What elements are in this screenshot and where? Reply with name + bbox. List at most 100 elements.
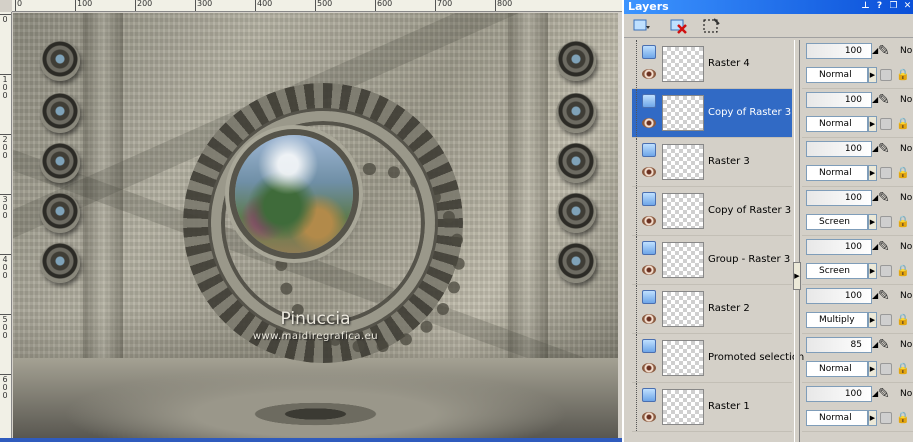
canvas-scroll-bar[interactable] — [0, 438, 622, 442]
layer-name[interactable]: Copy of Raster 3 — [708, 205, 791, 216]
layer-type-icon[interactable] — [642, 143, 656, 157]
opacity-field[interactable]: 100 — [806, 43, 872, 59]
layer-name[interactable]: Copy of Raster 3 — [708, 107, 791, 118]
brush-icon[interactable]: ✎ — [878, 386, 894, 402]
link-icon[interactable] — [880, 118, 892, 130]
opacity-field[interactable]: 100 — [806, 190, 872, 206]
link-icon[interactable] — [880, 216, 892, 228]
opacity-field[interactable]: 100 — [806, 92, 872, 108]
layer-name[interactable]: Raster 1 — [708, 401, 750, 412]
lock-icon[interactable]: 🔒 — [896, 362, 910, 375]
brush-icon[interactable]: ✎ — [878, 141, 894, 157]
lock-icon[interactable]: 🔒 — [896, 215, 910, 228]
opacity-field[interactable]: 100 — [806, 386, 872, 402]
layer-thumbnail[interactable] — [662, 95, 704, 131]
lock-icon[interactable]: 🔒 — [896, 411, 910, 424]
layer-name[interactable]: Raster 2 — [708, 303, 750, 314]
brush-icon[interactable]: ✎ — [878, 288, 894, 304]
blend-dropdown-button[interactable]: ▶ — [868, 361, 877, 377]
layer-thumbnail[interactable] — [662, 144, 704, 180]
lock-icon[interactable]: 🔒 — [896, 68, 910, 81]
layer-row[interactable]: Raster 3 — [632, 138, 792, 187]
image-canvas[interactable]: Pinuccia www.maidiregrafica.eu — [13, 13, 618, 438]
close-icon[interactable]: ✕ — [902, 1, 913, 12]
blend-dropdown-button[interactable]: ▶ — [868, 116, 877, 132]
layer-row[interactable]: Raster 2 — [632, 285, 792, 334]
layer-row[interactable]: Group - Raster 3 — [632, 236, 792, 285]
brush-icon[interactable]: ✎ — [878, 239, 894, 255]
link-icon[interactable] — [880, 314, 892, 326]
blend-dropdown-button[interactable]: ▶ — [868, 67, 877, 83]
visibility-eye-icon[interactable] — [642, 265, 656, 275]
visibility-eye-icon[interactable] — [642, 216, 656, 226]
delete-layer-icon[interactable] — [669, 17, 689, 35]
link-icon[interactable] — [880, 363, 892, 375]
blend-mode-select[interactable]: Multiply — [806, 312, 868, 328]
visibility-eye-icon[interactable] — [642, 69, 656, 79]
layer-type-icon[interactable] — [642, 339, 656, 353]
visibility-eye-icon[interactable] — [642, 118, 656, 128]
layer-name[interactable]: Raster 4 — [708, 58, 750, 69]
brush-icon[interactable]: ✎ — [878, 43, 894, 59]
lock-icon[interactable]: 🔒 — [896, 117, 910, 130]
layer-type-icon[interactable] — [642, 241, 656, 255]
blend-dropdown-button[interactable]: ▶ — [868, 165, 877, 181]
layer-row[interactable]: Copy of Raster 3 — [632, 187, 792, 236]
blend-dropdown-button[interactable]: ▶ — [868, 214, 877, 230]
blend-mode-select[interactable]: Screen — [806, 214, 868, 230]
new-mask-icon[interactable] — [702, 17, 722, 35]
blend-dropdown-button[interactable]: ▶ — [868, 263, 877, 279]
link-icon[interactable] — [880, 265, 892, 277]
layer-type-icon[interactable] — [642, 45, 656, 59]
blend-mode-select[interactable]: Normal — [806, 165, 868, 181]
brush-icon[interactable]: ✎ — [878, 92, 894, 108]
restore-icon[interactable]: ❐ — [888, 1, 899, 12]
pin-icon[interactable]: ⊥ — [860, 1, 871, 12]
layer-thumbnail[interactable] — [662, 389, 704, 425]
layer-type-icon[interactable] — [642, 192, 656, 206]
layer-row[interactable]: Raster 1 — [632, 383, 792, 432]
layer-thumbnail[interactable] — [662, 46, 704, 82]
blend-mode-select[interactable]: Normal — [806, 410, 868, 426]
palette-splitter[interactable] — [794, 40, 800, 442]
layer-thumbnail[interactable] — [662, 340, 704, 376]
layer-type-icon[interactable] — [642, 290, 656, 304]
opacity-field[interactable]: 100 — [806, 239, 872, 255]
help-icon[interactable]: ? — [874, 1, 885, 12]
layer-name[interactable]: Promoted selection — [708, 352, 804, 363]
opacity-field[interactable]: 100 — [806, 288, 872, 304]
visibility-eye-icon[interactable] — [642, 167, 656, 177]
opacity-field[interactable]: 100 — [806, 141, 872, 157]
link-icon[interactable] — [880, 69, 892, 81]
lock-icon[interactable]: 🔒 — [896, 264, 910, 277]
blend-mode-select[interactable]: Normal — [806, 361, 868, 377]
lock-icon[interactable]: 🔒 — [896, 166, 910, 179]
layer-row[interactable]: Promoted selection — [632, 334, 804, 383]
blend-dropdown-button[interactable]: ▶ — [868, 312, 877, 328]
blend-mode-select[interactable]: Screen — [806, 263, 868, 279]
layer-row[interactable]: Raster 4 — [632, 40, 792, 89]
brush-icon[interactable]: ✎ — [878, 190, 894, 206]
layer-name[interactable]: Group - Raster 3 — [708, 254, 790, 265]
lock-icon[interactable]: 🔒 — [896, 313, 910, 326]
blend-mode-select[interactable]: Normal — [806, 67, 868, 83]
visibility-eye-icon[interactable] — [642, 314, 656, 324]
layer-thumbnail[interactable] — [662, 291, 704, 327]
brush-icon[interactable]: ✎ — [878, 337, 894, 353]
new-layer-icon[interactable] — [632, 17, 652, 35]
layer-name[interactable]: Raster 3 — [708, 156, 750, 167]
layer-row[interactable]: Copy of Raster 3 — [632, 89, 792, 138]
opacity-field[interactable]: 85 — [806, 337, 872, 353]
palette-title-bar[interactable]: Layers ⊥ ? ❐ ✕ — [624, 0, 913, 14]
splitter-handle[interactable]: ▶ — [793, 262, 801, 290]
layer-thumbnail[interactable] — [662, 242, 704, 278]
layer-type-icon[interactable] — [642, 94, 656, 108]
layer-thumbnail[interactable] — [662, 193, 704, 229]
visibility-eye-icon[interactable] — [642, 412, 656, 422]
blend-mode-select[interactable]: Normal — [806, 116, 868, 132]
visibility-eye-icon[interactable] — [642, 363, 656, 373]
link-icon[interactable] — [880, 167, 892, 179]
blend-dropdown-button[interactable]: ▶ — [868, 410, 877, 426]
layer-type-icon[interactable] — [642, 388, 656, 402]
link-icon[interactable] — [880, 412, 892, 424]
